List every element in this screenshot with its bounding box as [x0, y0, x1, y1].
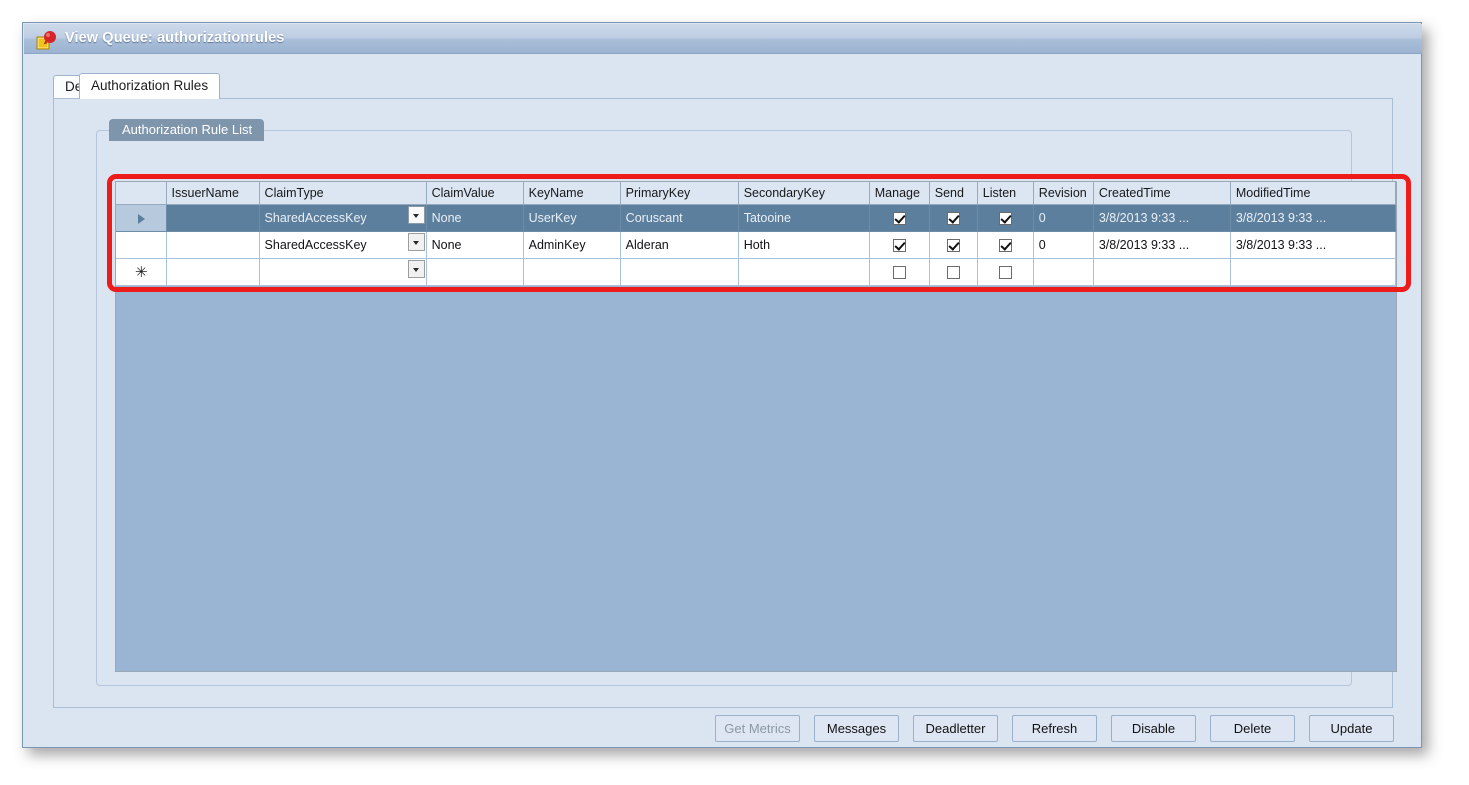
manage-checkbox[interactable] [893, 212, 907, 226]
claim-type-dropdown-button[interactable] [407, 233, 425, 251]
cell-manage[interactable] [869, 204, 930, 232]
disable-button[interactable]: Disable [1111, 715, 1196, 742]
current-row-arrow-icon [137, 213, 145, 224]
cell-modified-time[interactable]: 3/8/2013 9:33 ... [1230, 231, 1396, 259]
cell-claim-value[interactable]: None [426, 231, 524, 259]
listen-checkbox[interactable] [999, 212, 1013, 226]
cell-listen[interactable] [977, 231, 1034, 259]
cell-send[interactable] [929, 204, 978, 232]
cell-claim-value[interactable]: None [426, 204, 524, 232]
send-checkbox[interactable] [947, 239, 961, 253]
manage-checkbox[interactable] [893, 239, 907, 253]
chevron-down-icon [412, 240, 419, 245]
cell-key-name[interactable]: AdminKey [523, 231, 621, 259]
grid-header-primary-key[interactable]: PrimaryKey [620, 182, 739, 205]
cell-secondary-key[interactable]: Tatooine [738, 204, 870, 232]
cell-manage[interactable] [869, 231, 930, 259]
grid-header-created-time[interactable]: CreatedTime [1093, 182, 1231, 205]
grid-header-listen[interactable]: Listen [977, 182, 1034, 205]
view-queue-window: View Queue: authorizationrules Descripti… [22, 22, 1422, 748]
grid-header-secondary-key[interactable]: SecondaryKey [738, 182, 870, 205]
cell-created-time[interactable] [1093, 258, 1231, 286]
grid-header-revision[interactable]: Revision [1033, 182, 1094, 205]
table-row[interactable]: ✳ [116, 258, 1396, 286]
cell-issuer-name[interactable] [166, 204, 260, 232]
cell-manage[interactable] [869, 258, 930, 286]
claim-type-value: SharedAccessKey [264, 238, 367, 252]
update-button[interactable]: Update [1309, 715, 1394, 742]
cell-primary-key[interactable] [620, 258, 739, 286]
cell-claim-type[interactable] [259, 258, 427, 286]
cell-issuer-name[interactable] [166, 231, 260, 259]
chevron-down-icon [412, 267, 419, 272]
new-row-asterisk-icon: ✳ [134, 263, 148, 281]
cell-modified-time[interactable] [1230, 258, 1396, 286]
grid-header-issuer-name[interactable]: IssuerName [166, 182, 260, 205]
cell-primary-key[interactable]: Alderan [620, 231, 739, 259]
chevron-down-icon [412, 213, 419, 218]
claim-type-value: SharedAccessKey [264, 211, 367, 225]
grid-header-row: IssuerName ClaimType ClaimValue KeyName Prim… [116, 182, 1396, 205]
grid-header-modified-time[interactable]: ModifiedTime [1230, 182, 1396, 205]
grid-header-rowheader[interactable] [116, 182, 167, 205]
footer-button-bar: Get Metrics Messages Deadletter Refresh Disa… [23, 715, 1421, 748]
cell-claim-value[interactable] [426, 258, 524, 286]
cell-revision[interactable]: 0 [1033, 231, 1094, 259]
queue-icon [36, 31, 56, 50]
cell-send[interactable] [929, 231, 978, 259]
authorization-rules-table: IssuerName ClaimType ClaimValue KeyName Prim… [116, 182, 1396, 286]
grid-header-manage[interactable]: Manage [869, 182, 930, 205]
cell-send[interactable] [929, 258, 978, 286]
cell-claim-type[interactable]: SharedAccessKey [259, 231, 427, 259]
listen-checkbox[interactable] [999, 266, 1013, 280]
cell-secondary-key[interactable] [738, 258, 870, 286]
cell-primary-key[interactable]: Coruscant [620, 204, 739, 232]
claim-type-dropdown-button[interactable] [407, 260, 425, 278]
cell-revision[interactable]: 0 [1033, 204, 1094, 232]
cell-secondary-key[interactable]: Hoth [738, 231, 870, 259]
cell-created-time[interactable]: 3/8/2013 9:33 ... [1093, 204, 1231, 232]
cell-listen[interactable] [977, 258, 1034, 286]
row-header-cell[interactable]: ✳ [116, 258, 167, 286]
grid-header-send[interactable]: Send [929, 182, 978, 205]
refresh-button[interactable]: Refresh [1012, 715, 1097, 742]
send-checkbox[interactable] [947, 212, 961, 226]
window-title: View Queue: authorizationrules [65, 30, 285, 46]
row-header-cell[interactable] [116, 204, 167, 232]
authorization-rules-grid[interactable]: IssuerName ClaimType ClaimValue KeyName Prim… [115, 181, 1397, 672]
messages-button[interactable]: Messages [814, 715, 899, 742]
manage-checkbox[interactable] [893, 266, 907, 280]
cell-revision[interactable] [1033, 258, 1094, 286]
row-header-cell[interactable] [116, 231, 167, 259]
claim-type-dropdown-button[interactable] [407, 206, 425, 224]
cell-key-name[interactable]: UserKey [523, 204, 621, 232]
listen-checkbox[interactable] [999, 239, 1013, 253]
delete-button[interactable]: Delete [1210, 715, 1295, 742]
table-row[interactable]: SharedAccessKey None AdminKey Alderan Hoth 0 3… [116, 231, 1396, 259]
cell-created-time[interactable]: 3/8/2013 9:33 ... [1093, 231, 1231, 259]
send-checkbox[interactable] [947, 266, 961, 280]
deadletter-button[interactable]: Deadletter [913, 715, 998, 742]
window-titlebar: View Queue: authorizationrules [24, 24, 1422, 54]
cell-modified-time[interactable]: 3/8/2013 9:33 ... [1230, 204, 1396, 232]
cell-listen[interactable] [977, 204, 1034, 232]
cell-key-name[interactable] [523, 258, 621, 286]
grid-header-key-name[interactable]: KeyName [523, 182, 621, 205]
tab-strip: DescriptionAuthorization RulesMetrics [53, 73, 1393, 99]
cell-issuer-name[interactable] [166, 258, 260, 286]
groupbox-label: Authorization Rule List [109, 119, 265, 141]
tab-authorization-rules[interactable]: Authorization Rules [79, 73, 221, 99]
grid-header-claim-value[interactable]: ClaimValue [426, 182, 524, 205]
grid-header-claim-type[interactable]: ClaimType [259, 182, 427, 205]
get-metrics-button: Get Metrics [715, 715, 800, 742]
grid-body: SharedAccessKey None UserKey Coruscant Tatoo… [116, 204, 1396, 286]
table-row[interactable]: SharedAccessKey None UserKey Coruscant Tatoo… [116, 204, 1396, 232]
cell-claim-type[interactable]: SharedAccessKey [259, 204, 427, 232]
